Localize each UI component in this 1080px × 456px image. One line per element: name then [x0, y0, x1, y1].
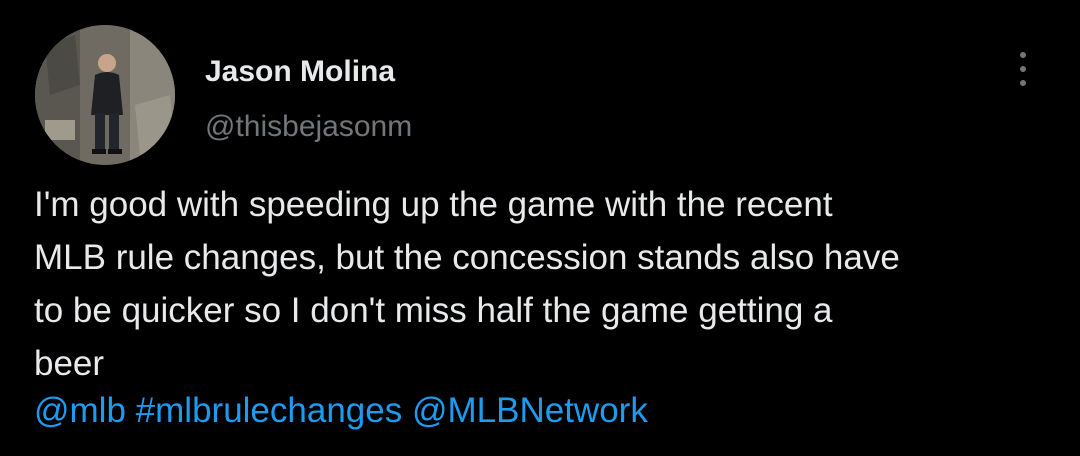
mention-mlbnetwork-link[interactable]: @MLBNetwork	[412, 391, 648, 430]
mention-mlb-link[interactable]: @mlb	[34, 391, 126, 430]
avatar-photo	[35, 25, 175, 165]
tweet-text-line: to be quicker so I don't miss half the g…	[34, 291, 833, 330]
tweet-text-line: beer	[34, 344, 105, 383]
tweet-text-line: I'm good with speeding up the game with …	[34, 185, 833, 224]
tweet-card: Jason Molina @thisbejasonm I'm good with…	[0, 0, 1080, 456]
author-name[interactable]: Jason Molina	[205, 52, 395, 92]
more-options-button[interactable]	[1008, 44, 1038, 94]
tweet-text: I'm good with speeding up the game with …	[34, 178, 1054, 390]
tweet-text-line: MLB rule changes, but the concession sta…	[34, 238, 900, 277]
avatar[interactable]	[35, 25, 175, 165]
tweet-links: @mlb #mlbrulechanges @MLBNetwork	[34, 384, 648, 437]
author-handle[interactable]: @thisbejasonm	[205, 107, 412, 147]
hashtag-link[interactable]: #mlbrulechanges	[136, 391, 403, 430]
